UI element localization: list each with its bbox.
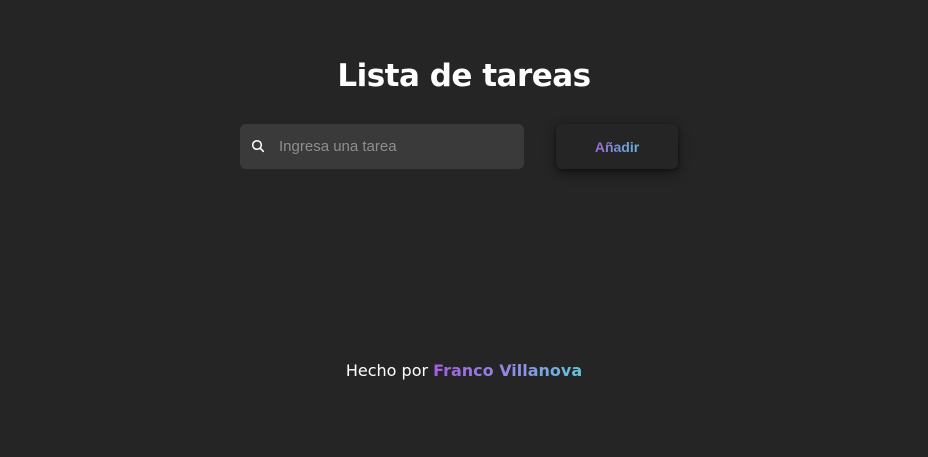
footer-author: Franco Villanova bbox=[433, 361, 583, 380]
task-input-box[interactable] bbox=[240, 124, 524, 169]
task-input[interactable] bbox=[279, 124, 514, 169]
search-icon bbox=[251, 139, 265, 153]
footer-credit: Hecho por Franco Villanova bbox=[0, 360, 928, 382]
footer-prefix: Hecho por bbox=[345, 361, 429, 380]
page-title: Lista de tareas bbox=[337, 58, 591, 94]
add-task-button-label: Añadir bbox=[594, 138, 640, 155]
app-page: Lista de tareas Añadir Hecho por Franco … bbox=[0, 0, 928, 457]
add-task-button[interactable]: Añadir bbox=[556, 124, 678, 169]
